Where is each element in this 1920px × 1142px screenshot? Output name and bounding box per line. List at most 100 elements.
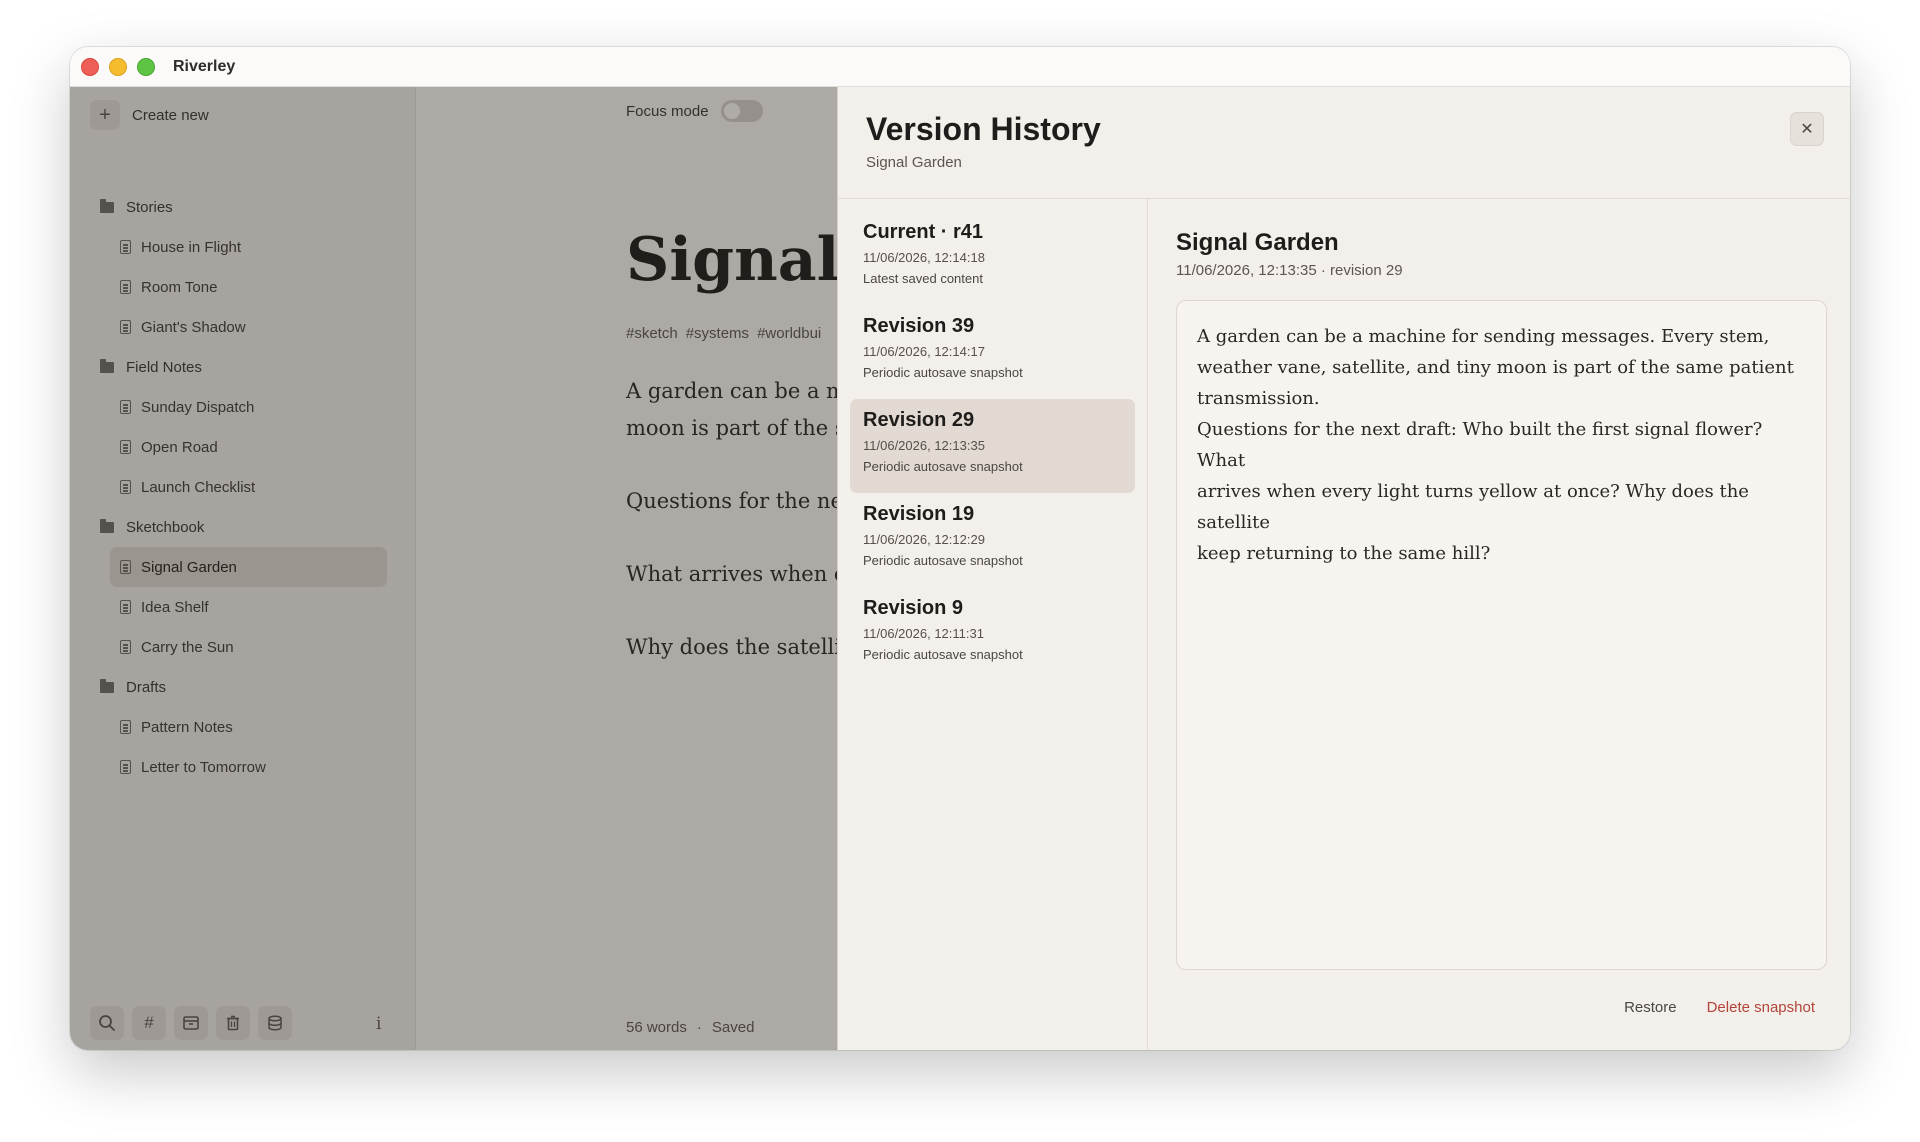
version-history-panel: Version History Signal Garden ✕ Current … xyxy=(837,87,1850,1050)
folder-stories[interactable]: Stories xyxy=(70,187,415,227)
revision-item[interactable]: Revision 39 11/06/2026, 12:14:17 Periodi… xyxy=(850,305,1135,399)
folder-label: Sketchbook xyxy=(126,518,205,536)
revision-name: Revision 19 xyxy=(863,503,975,525)
note-label: Letter to Tomorrow xyxy=(141,758,266,776)
revision-preview: Signal Garden 11/06/2026, 12:13:35 · rev… xyxy=(1148,199,1850,1050)
app-title: Riverley xyxy=(173,57,236,75)
revision-name: Revision 9 xyxy=(863,597,964,619)
revision-item[interactable]: Revision 19 11/06/2026, 12:12:29 Periodi… xyxy=(850,493,1135,587)
folder-drafts[interactable]: Drafts xyxy=(70,667,415,707)
revision-list: Current · r41 11/06/2026, 12:14:18 Lates… xyxy=(838,199,1148,1050)
body-line[interactable]: moon is part of the sa xyxy=(626,410,837,447)
window-controls xyxy=(81,57,155,76)
note-label: Carry the Sun xyxy=(141,638,234,656)
revision-name: Revision 29 xyxy=(863,409,975,431)
preview-line: transmission. xyxy=(1197,388,1320,409)
folder-label: Field Notes xyxy=(126,358,202,376)
note-letter-to-tomorrow[interactable]: Letter to Tomorrow xyxy=(110,747,387,787)
document-icon xyxy=(120,640,131,654)
focus-mode-toggle[interactable] xyxy=(720,100,763,122)
note-room-tone[interactable]: Room Tone xyxy=(110,267,387,307)
folder-sketchbook[interactable]: Sketchbook xyxy=(70,507,415,547)
info-icon[interactable]: i xyxy=(376,1014,381,1034)
document-icon xyxy=(120,720,131,734)
document-icon xyxy=(120,480,131,494)
close-window-button[interactable] xyxy=(81,57,99,76)
panel-subtitle: Signal Garden xyxy=(866,154,962,171)
sidebar-toolbar: # xyxy=(90,1006,292,1040)
document-title[interactable]: Signal G xyxy=(626,225,837,295)
body-line[interactable]: Why does the satellit xyxy=(626,629,837,666)
document-icon xyxy=(120,600,131,614)
folder-icon xyxy=(100,678,114,693)
note-label: Room Tone xyxy=(141,278,218,296)
tag[interactable]: #systems xyxy=(686,325,749,342)
tag[interactable]: #worldbui xyxy=(757,325,821,342)
search-icon[interactable] xyxy=(90,1006,124,1040)
create-new-button[interactable]: + Create new xyxy=(90,100,209,130)
folder-field-notes[interactable]: Field Notes xyxy=(70,347,415,387)
database-icon[interactable] xyxy=(258,1006,292,1040)
preview-actions: Restore Delete snapshot xyxy=(1624,999,1815,1016)
note-giants-shadow[interactable]: Giant's Shadow xyxy=(110,307,387,347)
trash-icon[interactable] xyxy=(216,1006,250,1040)
revision-timestamp: 11/06/2026, 12:14:18 xyxy=(863,250,985,265)
archive-icon[interactable] xyxy=(174,1006,208,1040)
create-new-label: Create new xyxy=(132,106,209,124)
revision-timestamp: 11/06/2026, 12:11:31 xyxy=(863,626,984,641)
save-status: Saved xyxy=(711,1019,755,1036)
revision-item[interactable]: Current · r41 11/06/2026, 12:14:18 Lates… xyxy=(850,211,1135,305)
delete-snapshot-button[interactable]: Delete snapshot xyxy=(1707,999,1815,1016)
note-house-in-flight[interactable]: House in Flight xyxy=(110,227,387,267)
revision-description: Periodic autosave snapshot xyxy=(863,553,1023,568)
revision-description: Periodic autosave snapshot xyxy=(863,459,1023,474)
note-launch-checklist[interactable]: Launch Checklist xyxy=(110,467,387,507)
word-count: 56 words xyxy=(626,1019,687,1036)
note-open-road[interactable]: Open Road xyxy=(110,427,387,467)
hashtag-icon[interactable]: # xyxy=(132,1006,166,1040)
note-carry-the-sun[interactable]: Carry the Sun xyxy=(110,627,387,667)
close-icon[interactable]: ✕ xyxy=(1790,112,1824,146)
body-line[interactable]: A garden can be a ma xyxy=(626,373,837,410)
panel-header: Version History Signal Garden ✕ xyxy=(838,87,1850,199)
restore-button[interactable]: Restore xyxy=(1624,999,1677,1016)
document-icon xyxy=(120,760,131,774)
folder-icon xyxy=(100,358,114,373)
note-label: Open Road xyxy=(141,438,218,456)
note-pattern-notes[interactable]: Pattern Notes xyxy=(110,707,387,747)
note-sunday-dispatch[interactable]: Sunday Dispatch xyxy=(110,387,387,427)
note-label: Pattern Notes xyxy=(141,718,233,736)
preview-line: keep returning to the same hill? xyxy=(1197,543,1491,564)
note-idea-shelf[interactable]: Idea Shelf xyxy=(110,587,387,627)
minimize-window-button[interactable] xyxy=(109,57,127,76)
tag[interactable]: #sketch xyxy=(626,325,678,342)
editor: Focus mode Signal G #sketch #systems #wo… xyxy=(417,87,837,1050)
panel-title: Version History xyxy=(866,111,1101,147)
app-window: Riverley + Create new Stories House in F… xyxy=(70,47,1850,1050)
note-signal-garden[interactable]: Signal Garden xyxy=(110,547,387,587)
note-tree: Stories House in Flight Room Tone Giant'… xyxy=(70,187,415,787)
preview-line: arrives when every light turns yellow at… xyxy=(1197,481,1749,533)
status-bar: 56 words · Saved xyxy=(626,1019,754,1036)
document-icon xyxy=(120,240,131,254)
note-label: Idea Shelf xyxy=(141,598,209,616)
note-label: Sunday Dispatch xyxy=(141,398,255,416)
body-line[interactable]: Questions for the nex xyxy=(626,483,837,520)
note-label: House in Flight xyxy=(141,238,242,256)
preview-title: Signal Garden xyxy=(1176,229,1339,256)
body-line[interactable]: What arrives when ev xyxy=(626,556,837,593)
document-icon xyxy=(120,280,131,294)
revision-description: Periodic autosave snapshot xyxy=(863,647,1023,662)
folder-label: Stories xyxy=(126,198,173,216)
status-separator: · xyxy=(696,1019,702,1036)
preview-line: A garden can be a machine for sending me… xyxy=(1197,326,1770,347)
title-bar: Riverley xyxy=(70,47,1850,87)
revision-description: Periodic autosave snapshot xyxy=(863,365,1023,380)
tag-list: #sketch #systems #worldbui xyxy=(626,325,821,342)
note-label: Giant's Shadow xyxy=(141,318,246,336)
revision-description: Latest saved content xyxy=(863,271,983,286)
revision-item[interactable]: Revision 9 11/06/2026, 12:11:31 Periodic… xyxy=(850,587,1135,681)
plus-icon: + xyxy=(90,100,120,130)
zoom-window-button[interactable] xyxy=(137,57,155,76)
revision-item-selected[interactable]: Revision 29 11/06/2026, 12:13:35 Periodi… xyxy=(850,399,1135,493)
